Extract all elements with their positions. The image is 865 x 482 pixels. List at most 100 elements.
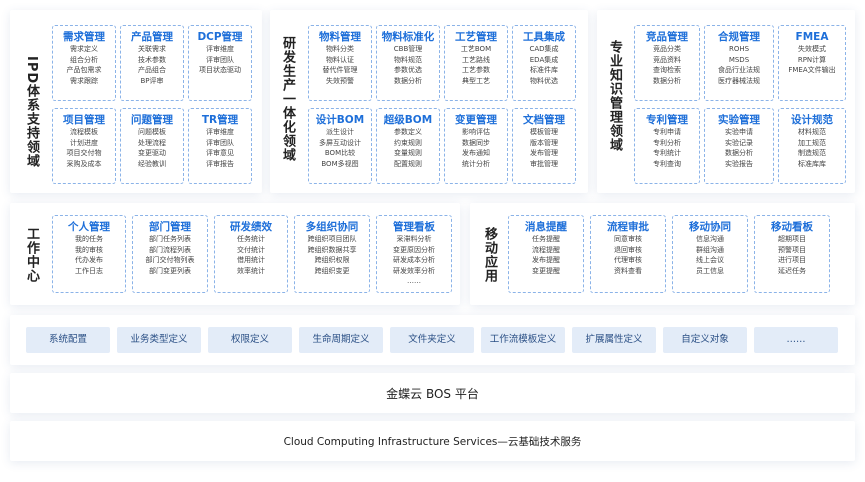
card-design-specification[interactable]: 设计规范 材料规范 加工规范 制造规范 标准库库 bbox=[778, 108, 846, 184]
card-document-management[interactable]: 文档管理 模板管理 版本管理 发布管理 审批管理 bbox=[512, 108, 576, 184]
card-dcp-management[interactable]: DCP管理 评审维度 评审团队 项目状态驱动 bbox=[188, 25, 252, 101]
card-management-dashboard[interactable]: 管理看板 采滞料分析 变更原因分析 研发成本分析 研发效率分析 …… bbox=[376, 215, 452, 293]
card-title: 设计BOM bbox=[315, 114, 365, 126]
workflow-template-item[interactable]: 工作流模板定义 bbox=[481, 327, 565, 353]
card-fmea[interactable]: FMEA 失效模式 RPN计算 FMEA文件输出 bbox=[778, 25, 846, 101]
card-item: 我的审核 bbox=[75, 245, 103, 254]
card-title: 竞品管理 bbox=[646, 31, 688, 43]
card-title: FMEA bbox=[795, 31, 829, 43]
card-item: 部门任务列表 bbox=[149, 235, 191, 243]
card-title: 工具集成 bbox=[523, 31, 565, 43]
card-item: 跨组织权限 bbox=[314, 256, 350, 264]
card-department-management[interactable]: 部门管理 部门任务列表 部门流程列表 部门交付物列表 部门变更列表 bbox=[132, 215, 208, 293]
card-item: 资料查看 bbox=[614, 266, 642, 275]
card-item: 审批管理 bbox=[530, 159, 558, 168]
card-item: 数据分析 bbox=[725, 149, 753, 157]
card-item: 超期项目 bbox=[778, 235, 806, 243]
card-title: 设计规范 bbox=[791, 114, 833, 126]
card-item: 评审意见 bbox=[206, 149, 234, 157]
card-title: 多组织协同 bbox=[305, 221, 359, 233]
card-item: 典型工艺 bbox=[462, 76, 490, 85]
card-item: 评审维度 bbox=[206, 128, 234, 136]
card-item: 进行项目 bbox=[778, 256, 806, 264]
card-item: 工艺BOM bbox=[460, 45, 492, 53]
card-tr-management[interactable]: TR管理 评审维度 评审团队 评审意见 评审报告 bbox=[188, 108, 252, 184]
card-item: 跨组织变更 bbox=[314, 266, 350, 275]
card-item: 技术参数 bbox=[138, 55, 166, 64]
card-experiment-management[interactable]: 实验管理 实验申请 实验记录 数据分析 实验报告 bbox=[704, 108, 774, 184]
card-item: 竞品分类 bbox=[653, 45, 681, 53]
card-title: 消息提醒 bbox=[525, 221, 567, 233]
business-type-item[interactable]: 业务类型定义 bbox=[117, 327, 201, 353]
system-config-item[interactable]: 系统配置 bbox=[26, 327, 110, 353]
card-item: 需求定义 bbox=[70, 45, 98, 53]
card-item: 交付统计 bbox=[237, 245, 265, 254]
card-process-management[interactable]: 工艺管理 工艺BOM 工艺路线 工艺参数 典型工艺 bbox=[444, 25, 508, 101]
extended-attribute-item[interactable]: 扩展属性定义 bbox=[572, 327, 656, 353]
card-item: 物料优选 bbox=[530, 76, 558, 85]
card-title: 个人管理 bbox=[68, 221, 110, 233]
card-personal-management[interactable]: 个人管理 我的任务 我的审核 代办发布 工作日志 bbox=[52, 215, 126, 293]
lifecycle-item[interactable]: 生命周期定义 bbox=[299, 327, 383, 353]
card-item: 计划进度 bbox=[70, 138, 98, 147]
card-item: 群组沟通 bbox=[696, 245, 724, 254]
card-title: TR管理 bbox=[201, 114, 239, 126]
more-item[interactable]: …… bbox=[754, 327, 838, 353]
card-item: 多屏互动设计 bbox=[319, 138, 361, 147]
card-compliance-management[interactable]: 合规管理 ROHS MSDS 食品行业法规 医疗器械法规 bbox=[704, 25, 774, 101]
card-item: 产品组合 bbox=[138, 66, 166, 74]
card-title: 移动协同 bbox=[689, 221, 731, 233]
folder-item[interactable]: 文件夹定义 bbox=[390, 327, 474, 353]
card-item: 评审团队 bbox=[206, 55, 234, 64]
card-item: 变更原因分析 bbox=[393, 245, 435, 254]
card-title: 工艺管理 bbox=[455, 31, 497, 43]
card-item: 标准件库 bbox=[530, 66, 558, 74]
card-item: 专利统计 bbox=[653, 149, 681, 157]
card-tool-integration[interactable]: 工具集成 CAD集成 EDA集成 标准件库 物料优选 bbox=[512, 25, 576, 101]
card-item: 食品行业法规 bbox=[718, 66, 760, 74]
card-design-bom[interactable]: 设计BOM 派生设计 多屏互动设计 BOM比较 BOM多视图 bbox=[308, 108, 372, 184]
card-super-bom[interactable]: 超级BOM 参数定义 约束规则 变量规则 配置规则 bbox=[376, 108, 440, 184]
card-item: 流程提醒 bbox=[532, 245, 560, 254]
card-item: 数据分析 bbox=[394, 76, 422, 85]
card-material-standardization[interactable]: 物料标准化 CBB管理 物料规范 参数优选 数据分析 bbox=[376, 25, 440, 101]
card-material-management[interactable]: 物料管理 物料分类 物料认证 替代件管理 失效预警 bbox=[308, 25, 372, 101]
card-competitor-management[interactable]: 竞品管理 竞品分类 竞品资料 查询检索 数据分析 bbox=[634, 25, 700, 101]
card-item: 专利查询 bbox=[653, 159, 681, 168]
card-mobile-dashboard[interactable]: 移动看板 超期项目 预警项目 进行项目 延迟任务 bbox=[754, 215, 830, 293]
card-item: 发布提醒 bbox=[532, 256, 560, 264]
card-item: 物料认证 bbox=[326, 55, 354, 64]
card-item: BOM比较 bbox=[324, 149, 356, 157]
card-item: 流程模板 bbox=[70, 128, 98, 136]
card-rd-performance[interactable]: 研发绩效 任务统计 交付统计 借用统计 效率统计 bbox=[214, 215, 288, 293]
card-item: 标准库库 bbox=[798, 159, 826, 168]
card-item: 竞品资料 bbox=[653, 55, 681, 64]
card-multi-org-collaboration[interactable]: 多组织协同 跨组织项目团队 跨组织数据共享 跨组织权限 跨组织变更 bbox=[294, 215, 370, 293]
card-product-management[interactable]: 产品管理 关联需求 技术参数 产品组合 BP评审 bbox=[120, 25, 184, 101]
work-center-label: 工作中心 bbox=[24, 227, 39, 283]
card-project-management[interactable]: 项目管理 流程模板 计划进度 项目交付物 采购及成本 bbox=[52, 108, 116, 184]
rd-panel: 研发生产一体化领域 物料管理 物料分类 物料认证 替代件管理 失效预警 物料标准… bbox=[270, 10, 588, 193]
card-item: 物料分类 bbox=[326, 45, 354, 53]
card-title: 合规管理 bbox=[718, 31, 760, 43]
card-issue-management[interactable]: 问题管理 问题模板 处理流程 变更驱动 经验教训 bbox=[120, 108, 184, 184]
card-mobile-collaboration[interactable]: 移动协同 信息沟通 群组沟通 线上会议 员工信息 bbox=[672, 215, 748, 293]
card-title: 物料标准化 bbox=[381, 31, 435, 43]
card-requirement-management[interactable]: 需求管理 需求定义 组合分析 产品包需求 需求跟踪 bbox=[52, 25, 116, 101]
card-title: 文档管理 bbox=[523, 114, 565, 126]
custom-object-item[interactable]: 自定义对象 bbox=[663, 327, 747, 353]
card-item: 任务统计 bbox=[237, 235, 265, 243]
card-item: 采滞料分析 bbox=[396, 235, 432, 243]
card-message-reminder[interactable]: 消息提醒 任务提醒 流程提醒 发布提醒 变更提醒 bbox=[508, 215, 584, 293]
card-item: 线上会议 bbox=[696, 256, 724, 264]
card-change-management[interactable]: 变更管理 影响评估 数据同步 发布通知 统计分析 bbox=[444, 108, 508, 184]
card-title: DCP管理 bbox=[197, 31, 243, 43]
card-workflow-approval[interactable]: 流程审批 同意审核 退回审核 代理审核 资料查看 bbox=[590, 215, 666, 293]
permission-item[interactable]: 权限定义 bbox=[208, 327, 292, 353]
card-item: EDA集成 bbox=[529, 55, 559, 64]
card-title: 物料管理 bbox=[319, 31, 361, 43]
card-item: 延迟任务 bbox=[778, 266, 806, 275]
card-patent-management[interactable]: 专利管理 专利申请 专利分析 专利统计 专利查询 bbox=[634, 108, 700, 184]
card-item: 借用统计 bbox=[237, 256, 265, 264]
card-item: 工作日志 bbox=[75, 266, 103, 275]
